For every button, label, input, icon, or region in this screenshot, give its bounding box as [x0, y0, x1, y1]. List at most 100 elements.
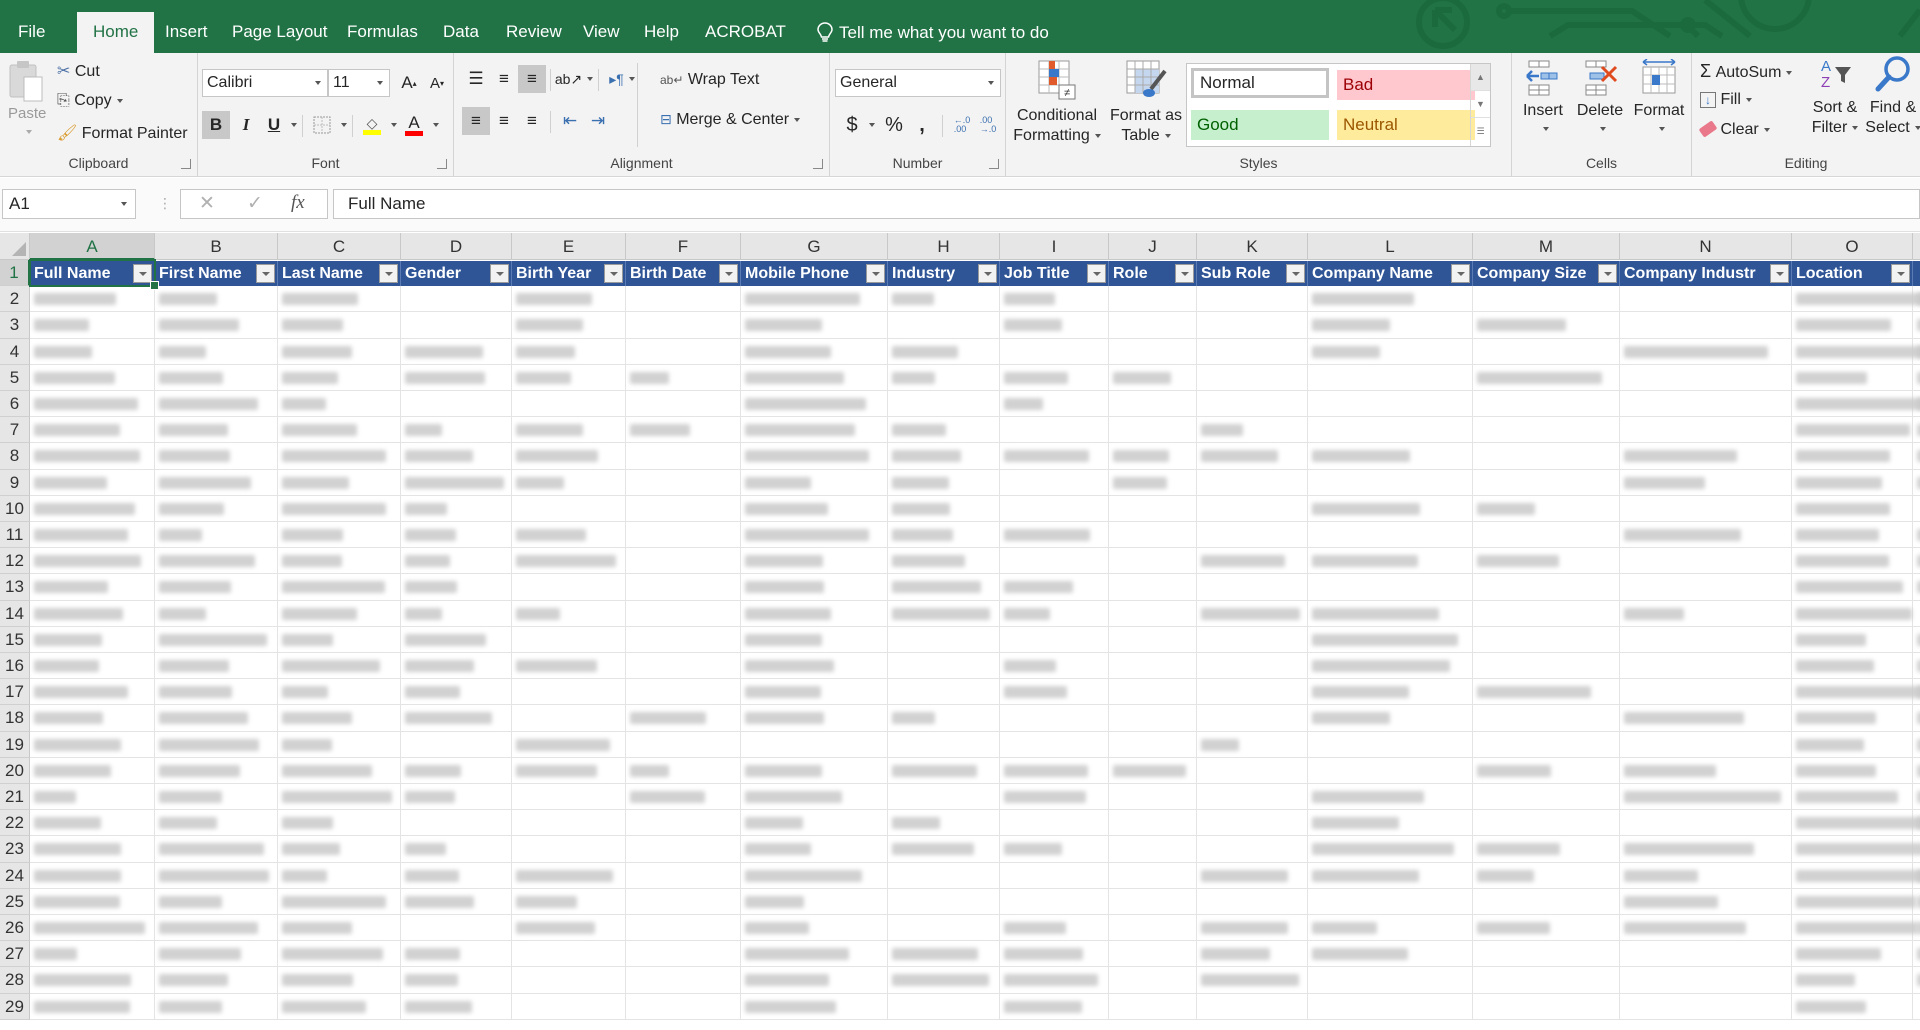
- grid-cell[interactable]: [1109, 574, 1197, 601]
- enter-check-icon[interactable]: ✓: [247, 192, 263, 215]
- grid-cell[interactable]: [512, 757, 626, 784]
- grid-cell[interactable]: [401, 941, 512, 968]
- grid-cell[interactable]: [30, 731, 155, 758]
- grid-cell[interactable]: [155, 495, 278, 522]
- grid-cell[interactable]: [1000, 548, 1109, 575]
- grid-cell[interactable]: [512, 574, 626, 601]
- grid-cell[interactable]: [1473, 653, 1620, 680]
- grid-cell[interactable]: [1000, 600, 1109, 627]
- grid-cell[interactable]: [1620, 757, 1792, 784]
- underline-dropdown[interactable]: [284, 111, 298, 139]
- style-bad[interactable]: Bad: [1337, 70, 1475, 100]
- grid-cell[interactable]: [1913, 548, 1920, 575]
- grid-cell[interactable]: [1620, 862, 1792, 889]
- grid-cell[interactable]: [626, 810, 741, 837]
- grid-cell[interactable]: [1000, 653, 1109, 680]
- grid-cell[interactable]: [512, 391, 626, 418]
- grid-cell[interactable]: [1197, 653, 1308, 680]
- grid-cell[interactable]: [626, 600, 741, 627]
- row-header[interactable]: 17: [0, 679, 30, 706]
- grid-cell[interactable]: [30, 941, 155, 968]
- grid-cell[interactable]: [1792, 469, 1913, 496]
- bottom-align-button[interactable]: ≡: [518, 65, 546, 93]
- grid-cell[interactable]: [888, 626, 1000, 653]
- grid-cell[interactable]: [1792, 941, 1913, 968]
- grid-cell[interactable]: [1913, 417, 1920, 444]
- grid-cell[interactable]: [1473, 312, 1620, 339]
- grid-cell[interactable]: [1308, 888, 1473, 915]
- grid-cell[interactable]: [1197, 705, 1308, 732]
- grid-cell[interactable]: [1308, 862, 1473, 889]
- find-select-button[interactable]: Find & Select: [1864, 55, 1920, 149]
- grid-cell[interactable]: [1197, 757, 1308, 784]
- style-normal[interactable]: Normal: [1191, 68, 1329, 98]
- grid-cell[interactable]: [278, 469, 401, 496]
- grid-cell[interactable]: [626, 836, 741, 863]
- grid-cell[interactable]: [626, 443, 741, 470]
- grid-cell[interactable]: [278, 757, 401, 784]
- grid-cell[interactable]: [1792, 810, 1920, 837]
- formula-bar-resize-handle[interactable]: ⋮: [158, 195, 172, 212]
- wrap-text-button[interactable]: ab↵ Wrap Text: [660, 71, 759, 89]
- grid-cell[interactable]: [401, 338, 512, 365]
- clear-button[interactable]: Clear: [1698, 120, 1770, 139]
- table-header-cell[interactable]: Sub Role: [1197, 261, 1308, 287]
- grid-cell[interactable]: [888, 731, 1000, 758]
- grid-cell[interactable]: [512, 967, 626, 994]
- grid-cell[interactable]: [1197, 836, 1308, 863]
- column-header-f[interactable]: F: [626, 233, 741, 260]
- filter-dropdown-button[interactable]: [1770, 264, 1789, 283]
- grid-cell[interactable]: [1792, 495, 1913, 522]
- grid-cell[interactable]: [1473, 286, 1620, 313]
- column-header-e[interactable]: E: [512, 233, 626, 260]
- grid-cell[interactable]: [741, 784, 888, 811]
- number-dialog-launcher[interactable]: [989, 159, 999, 169]
- grid-cell[interactable]: [1792, 836, 1920, 863]
- grid-cell[interactable]: [741, 495, 888, 522]
- row-header[interactable]: 6: [0, 391, 30, 418]
- grid-cell[interactable]: [1620, 810, 1792, 837]
- cancel-icon[interactable]: ✕: [199, 192, 215, 215]
- font-color-dropdown[interactable]: [426, 111, 440, 139]
- grid-cell[interactable]: [30, 338, 155, 365]
- grid-cell[interactable]: [1913, 574, 1920, 601]
- grid-cell[interactable]: [1109, 679, 1197, 706]
- grid-cell[interactable]: [155, 548, 278, 575]
- grid-cell[interactable]: [626, 312, 741, 339]
- grid-cell[interactable]: [1792, 417, 1913, 444]
- column-header-d[interactable]: D: [401, 233, 512, 260]
- grid-cell[interactable]: [741, 757, 888, 784]
- grid-cell[interactable]: [1620, 967, 1792, 994]
- grid-cell[interactable]: [626, 653, 741, 680]
- tab-data[interactable]: Data: [433, 12, 489, 53]
- text-direction-button[interactable]: ▸¶: [604, 65, 640, 93]
- grid-cell[interactable]: [278, 993, 401, 1020]
- grid-cell[interactable]: [278, 522, 401, 549]
- grid-cell[interactable]: [30, 705, 155, 732]
- row-header[interactable]: 7: [0, 417, 30, 444]
- grid-cell[interactable]: [626, 705, 741, 732]
- grid-cell[interactable]: [1913, 863, 1920, 889]
- grid-cell[interactable]: [1473, 810, 1620, 837]
- grid-cell[interactable]: [1913, 758, 1920, 784]
- grid-cell[interactable]: [1197, 469, 1308, 496]
- grid-cell[interactable]: [1109, 417, 1197, 444]
- tab-home[interactable]: Home: [77, 12, 155, 53]
- grid-cell[interactable]: [401, 626, 512, 653]
- format-as-table-button[interactable]: Format as Table: [1108, 55, 1184, 150]
- row-header[interactable]: 1: [0, 260, 30, 287]
- grid-cell[interactable]: [401, 443, 512, 470]
- percent-button[interactable]: %: [880, 111, 908, 139]
- delete-cells-button[interactable]: Delete: [1572, 59, 1628, 149]
- grid-cell[interactable]: [741, 574, 888, 601]
- borders-button[interactable]: [308, 111, 336, 139]
- grid-cell[interactable]: [626, 469, 741, 496]
- column-header-g[interactable]: G: [741, 233, 888, 260]
- grid-cell[interactable]: [278, 286, 401, 313]
- grid-cell[interactable]: [401, 548, 512, 575]
- table-header-cell[interactable]: Birth Date: [626, 261, 741, 287]
- grid-cell[interactable]: [626, 495, 741, 522]
- grid-cell[interactable]: [741, 469, 888, 496]
- grid-cell[interactable]: [741, 941, 888, 968]
- bold-button[interactable]: B: [202, 111, 230, 139]
